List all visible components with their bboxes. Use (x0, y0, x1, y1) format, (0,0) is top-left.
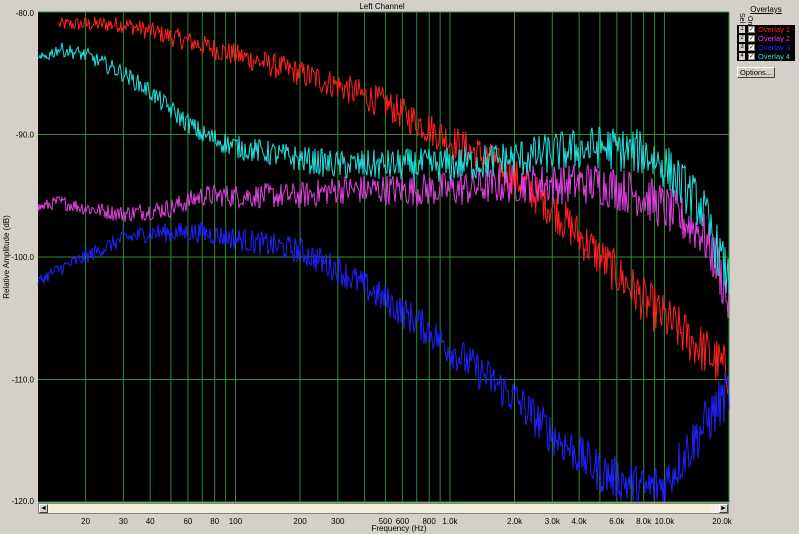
horizontal-scrollbar[interactable]: ◄ ► (38, 503, 729, 514)
chart-title: Left Channel (359, 2, 405, 11)
y-tick-label: -110.0 (12, 376, 35, 385)
select-column-header: Sel (738, 13, 745, 24)
analyzer-window: Left Channel -80.0 -90.0 -100.0 -110.0 -120.… (0, 0, 799, 534)
scroll-track[interactable] (49, 504, 709, 513)
y-tick-label: -80.0 (16, 9, 35, 18)
overlay-row[interactable]: 2 ✓ Overlay 2 (737, 34, 795, 43)
options-button[interactable]: Options... (737, 67, 775, 78)
overlay-select-box[interactable]: 2 (739, 35, 745, 42)
y-axis-label: Relative Amplitude (dB) (2, 215, 11, 299)
overlay-enable-checkbox[interactable]: ✓ (748, 26, 755, 33)
overlay-enable-checkbox[interactable]: ✓ (748, 44, 755, 51)
x-tick-label: 20 (81, 517, 90, 526)
overlay-row[interactable]: 4 ✓ Overlay 4 (737, 52, 795, 61)
overlay-row[interactable]: 1 ✓ Overlay 1 (737, 25, 795, 34)
x-tick-label: 2.0k (507, 517, 523, 526)
y-tick-label: -120.0 (11, 497, 34, 506)
overlay-row[interactable]: 3 ✓ Overlay 3 (737, 43, 795, 52)
x-tick-label: 80 (210, 517, 219, 526)
x-tick-label: 8.0k (636, 517, 652, 526)
overlay-select-box[interactable]: 4 (739, 53, 745, 60)
scroll-left-button[interactable]: ◄ (39, 504, 48, 513)
x-axis-label: Frequency (Hz) (371, 524, 426, 533)
x-tick-label: 40 (146, 517, 155, 526)
x-tick-label: 6.0k (609, 517, 625, 526)
scroll-right-button[interactable]: ► (719, 504, 728, 513)
overlay-enable-checkbox[interactable]: ✓ (748, 53, 755, 60)
x-tick-label: 10.0k (655, 517, 676, 526)
y-tick-label: -100.0 (11, 253, 34, 262)
x-tick-label: 3.0k (545, 517, 561, 526)
overlay-label: Overlay 2 (758, 34, 791, 43)
overlay-enable-checkbox[interactable]: ✓ (748, 35, 755, 42)
overlay-label: Overlay 4 (758, 52, 791, 61)
x-tick-label: 20.0k (712, 517, 733, 526)
overlay-list: 1 ✓ Overlay 1 2 ✓ Overlay 2 3 ✓ Overlay 3 4 ✓ Overl… (737, 25, 795, 61)
x-tick-label: 60 (183, 517, 192, 526)
x-tick-label: 300 (331, 517, 345, 526)
overlay-label: Overlay 1 (758, 25, 791, 34)
overlay-select-box[interactable]: 1 (739, 26, 745, 33)
x-tick-label: 30 (119, 517, 128, 526)
spectrum-chart: Left Channel -80.0 -90.0 -100.0 -110.0 -120.… (2, 2, 733, 533)
y-tick-labels: -80.0 -90.0 -100.0 -110.0 -120.0 (11, 9, 34, 506)
overlay-label: Overlay 3 (758, 43, 791, 52)
x-tick-label: 200 (293, 517, 307, 526)
overlays-panel: Overlays Sel On 1 ✓ Overlay 1 2 ✓ Overlay 2 3 ✓… (737, 4, 795, 78)
overlay-select-box[interactable]: 3 (739, 44, 745, 51)
x-tick-label: 1.0k (442, 517, 458, 526)
overlays-title: Overlays (750, 5, 782, 14)
x-tick-label: 100 (229, 517, 243, 526)
y-tick-label: -90.0 (16, 131, 35, 140)
x-tick-label: 4.0k (572, 517, 588, 526)
on-column-header: On (746, 16, 753, 26)
